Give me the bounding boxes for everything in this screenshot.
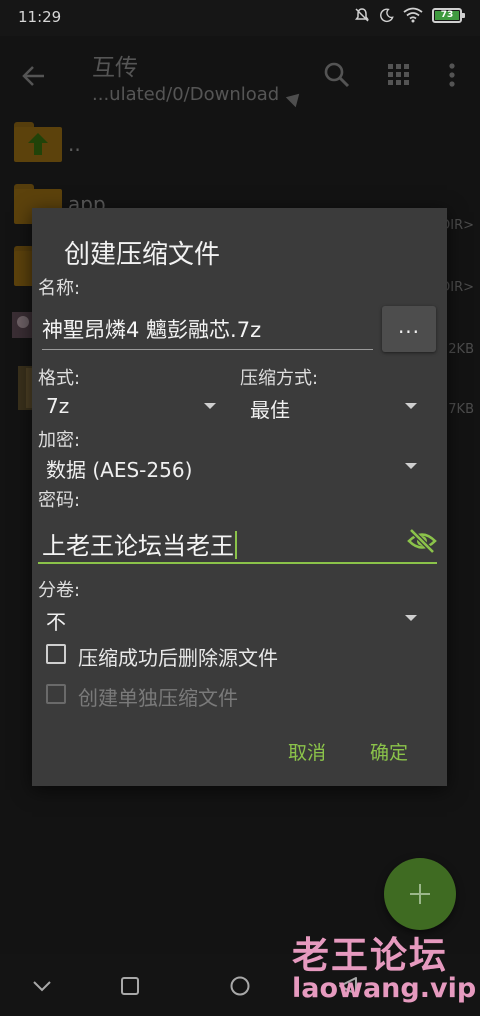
compression-select[interactable]: 最佳 bbox=[250, 390, 420, 422]
encryption-label: 加密: bbox=[38, 430, 81, 451]
text-cursor bbox=[235, 531, 237, 559]
status-time: 11:29 bbox=[18, 8, 62, 26]
format-select[interactable]: 7z bbox=[46, 390, 218, 422]
name-label: 名称: bbox=[38, 278, 81, 299]
format-label: 格式: bbox=[38, 368, 81, 389]
battery-level: 73 bbox=[435, 10, 459, 20]
browse-button[interactable]: ... bbox=[382, 306, 436, 352]
chevron-down-icon bbox=[405, 403, 417, 409]
watermark-url: laowang.vip bbox=[292, 973, 477, 1004]
status-bar: 11:29 73 bbox=[0, 0, 480, 36]
encryption-select[interactable]: 数据 (AES-256) bbox=[46, 450, 420, 482]
volume-label: 分卷: bbox=[38, 580, 81, 601]
compression-label: 压缩方式: bbox=[240, 368, 319, 389]
volume-value: 不 bbox=[46, 610, 66, 634]
cancel-button[interactable]: 取消 bbox=[288, 738, 326, 765]
password-input[interactable]: 上老王论坛当老王 bbox=[38, 520, 437, 564]
mute-bell-icon bbox=[355, 8, 369, 22]
delete-source-checkbox-row[interactable]: 压缩成功后删除源文件 bbox=[46, 642, 406, 670]
delete-source-label: 压缩成功后删除源文件 bbox=[78, 646, 278, 670]
compression-value: 最佳 bbox=[250, 398, 290, 422]
moon-icon bbox=[380, 8, 394, 22]
watermark-title: 老王论坛 bbox=[292, 934, 448, 977]
wifi-icon bbox=[403, 7, 423, 23]
password-label: 密码: bbox=[38, 490, 81, 511]
separate-archives-checkbox-row: 创建单独压缩文件 bbox=[46, 682, 406, 710]
battery-icon: 73 bbox=[432, 7, 465, 23]
status-icons: 73 bbox=[354, 7, 465, 23]
volume-select[interactable]: 不 bbox=[46, 602, 420, 634]
home-circle-icon[interactable] bbox=[228, 974, 252, 998]
visibility-off-icon[interactable] bbox=[407, 526, 437, 556]
separate-archives-label: 创建单独压缩文件 bbox=[78, 686, 238, 710]
delete-source-checkbox[interactable] bbox=[46, 644, 66, 664]
add-fab-button[interactable] bbox=[384, 858, 456, 930]
separate-archives-checkbox bbox=[46, 684, 66, 704]
dialog-title: 创建压缩文件 bbox=[64, 240, 221, 270]
ok-button[interactable]: 确定 bbox=[370, 738, 408, 765]
password-text: 上老王论坛当老王 bbox=[42, 532, 234, 560]
chevron-down-icon bbox=[405, 615, 417, 621]
chevron-down-icon bbox=[204, 403, 216, 409]
encryption-value: 数据 (AES-256) bbox=[46, 458, 193, 482]
chevron-down-icon[interactable] bbox=[30, 974, 54, 998]
archive-name-input[interactable]: 神聖昂燐4 魑彭融芯.7z bbox=[42, 308, 373, 350]
recents-square-icon[interactable] bbox=[118, 974, 142, 998]
create-archive-dialog: 创建压缩文件 名称: 神聖昂燐4 魑彭融芯.7z ... 格式: 7z 压缩方式… bbox=[32, 208, 447, 786]
format-value: 7z bbox=[46, 394, 70, 418]
chevron-down-icon bbox=[405, 463, 417, 469]
